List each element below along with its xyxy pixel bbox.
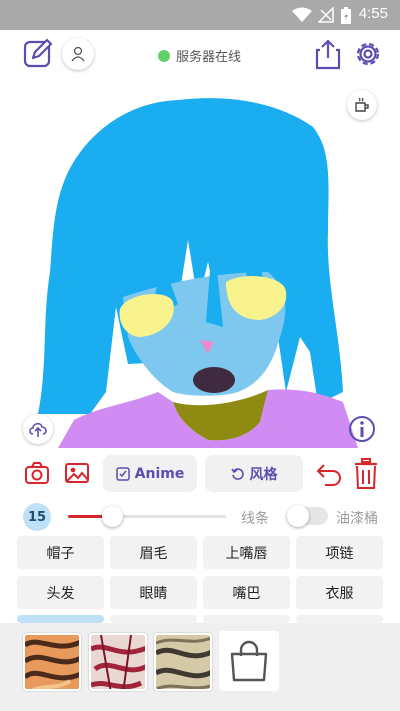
bucket-label: 油漆桶: [336, 511, 378, 527]
trash-icon: [355, 458, 377, 489]
part-necklace[interactable]: 项链: [296, 536, 383, 569]
part-upper-lip[interactable]: 上嘴唇: [203, 536, 290, 569]
drawing-canvas[interactable]: [28, 92, 383, 448]
undo-icon: [316, 464, 341, 486]
part-row-3-item-3[interactable]: [203, 615, 290, 623]
texture-orange-image: [25, 635, 79, 689]
account-button[interactable]: [62, 38, 94, 70]
gear-icon: [356, 42, 380, 66]
toggle-knob: [287, 505, 309, 527]
style-button[interactable]: 风格: [205, 455, 303, 492]
shop-button[interactable]: [219, 631, 279, 691]
anime-label: Anime: [134, 465, 185, 482]
bucket-toggle[interactable]: [287, 505, 328, 527]
part-row-3-item-4[interactable]: [296, 615, 383, 623]
wifi-icon: [292, 7, 312, 22]
slider-thumb[interactable]: [102, 506, 124, 527]
battery-icon: [341, 7, 351, 24]
texture-swatch-tan[interactable]: [154, 633, 212, 691]
texture-red-image: [91, 635, 145, 689]
camera-button[interactable]: [22, 458, 52, 488]
texture-swatch-orange[interactable]: [23, 633, 81, 691]
info-icon: [349, 416, 375, 442]
part-row-3-item-1[interactable]: [17, 615, 104, 623]
camera-icon: [25, 462, 49, 484]
checkbox-icon: [115, 466, 130, 481]
signal-icon: [318, 7, 334, 23]
gallery-button[interactable]: [62, 458, 92, 488]
part-hair[interactable]: 头发: [17, 576, 104, 609]
clock: 4:55: [358, 5, 388, 22]
upload-button[interactable]: [23, 414, 53, 444]
share-button[interactable]: [313, 38, 343, 70]
edit-icon: [23, 38, 53, 68]
undo-button[interactable]: [311, 458, 343, 490]
part-eyebrows[interactable]: 眉毛: [110, 536, 197, 569]
part-clothes[interactable]: 衣服: [296, 576, 383, 609]
top-bar: 服务器在线: [0, 30, 400, 80]
texture-tray: [0, 623, 400, 711]
anime-button[interactable]: Anime: [103, 455, 197, 492]
shopping-bag-icon: [230, 640, 268, 682]
brush-size-badge: 15: [23, 503, 51, 531]
rotate-icon: [230, 467, 244, 480]
brush-size-slider[interactable]: [68, 506, 226, 527]
cloud-upload-icon: [29, 422, 47, 437]
info-button[interactable]: [347, 414, 377, 444]
delete-button[interactable]: [351, 456, 381, 492]
anime-portrait-drawing: [38, 98, 358, 448]
part-eyes[interactable]: 眼睛: [110, 576, 197, 609]
share-icon: [315, 39, 341, 70]
coffee-icon: [355, 97, 369, 112]
status-bar: 4:55: [0, 0, 400, 30]
part-hat[interactable]: 帽子: [17, 536, 104, 569]
texture-tan-image: [156, 635, 210, 689]
coffee-button[interactable]: [347, 90, 377, 120]
user-icon: [71, 46, 85, 62]
style-label: 风格: [249, 466, 278, 483]
line-label: 线条: [241, 511, 269, 527]
texture-swatch-red[interactable]: [89, 633, 147, 691]
image-icon: [65, 463, 89, 483]
part-row-3-item-2[interactable]: [110, 615, 197, 623]
server-status: 服务器在线: [158, 46, 241, 65]
edit-button[interactable]: [22, 36, 54, 70]
brush-controls: 15 线条 油漆桶: [0, 500, 400, 532]
part-mouth[interactable]: 嘴巴: [203, 576, 290, 609]
tool-row: Anime 风格: [0, 452, 400, 496]
online-indicator: [158, 49, 170, 62]
settings-button[interactable]: [352, 38, 384, 70]
server-status-label: 服务器在线: [176, 50, 242, 65]
